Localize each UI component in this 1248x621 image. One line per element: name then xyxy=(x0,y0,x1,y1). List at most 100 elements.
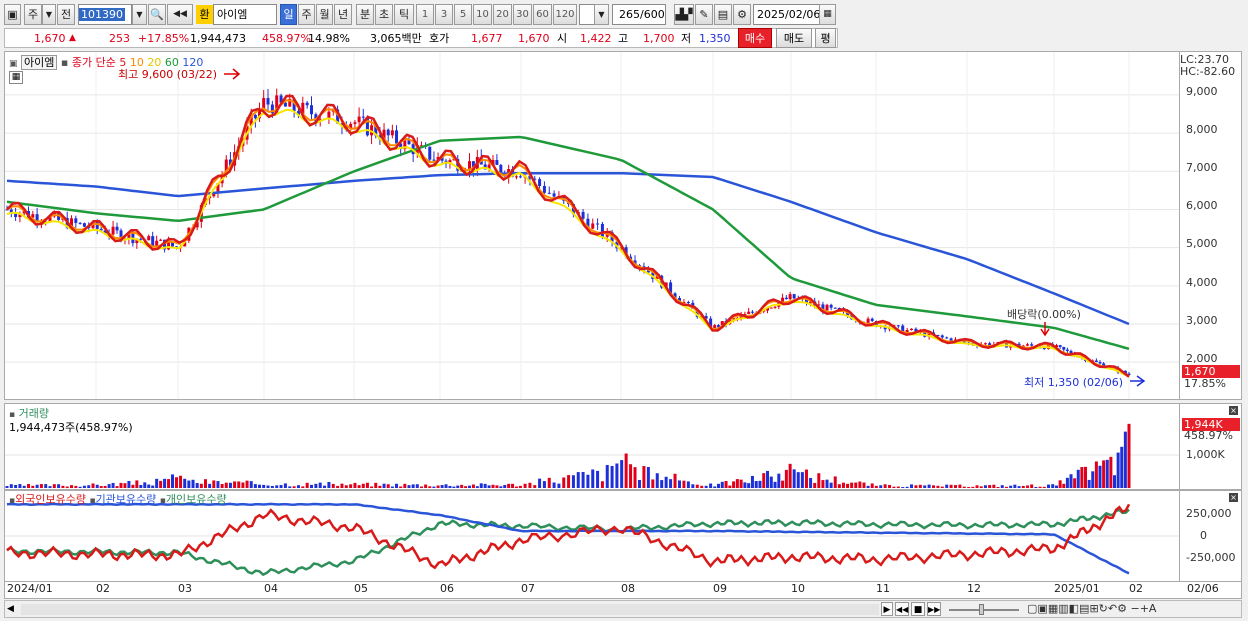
grid-icon[interactable]: ▦ xyxy=(1048,602,1058,615)
scroll-track[interactable] xyxy=(21,604,879,615)
volume-bar xyxy=(279,485,283,488)
holder-y-axis[interactable]: × 250,000 0 -250,000 xyxy=(1180,490,1242,582)
volume-bar xyxy=(171,474,175,488)
indicator-button[interactable]: ▟▞ xyxy=(674,4,694,25)
scroll-left-icon[interactable]: ◀ xyxy=(7,603,19,615)
volume-bar xyxy=(266,485,270,488)
market-dropdown-button[interactable]: ▼ xyxy=(42,4,56,25)
volume-bar xyxy=(821,480,825,488)
rewind-icon[interactable]: ◀◀ xyxy=(895,602,909,616)
period-week-button[interactable]: 주 xyxy=(298,4,315,25)
volume-bar xyxy=(777,473,781,488)
zoom-out-icon[interactable]: − xyxy=(1130,602,1139,615)
mark-icon[interactable]: ◧ xyxy=(1069,602,1079,615)
interval-60-button[interactable]: 60 xyxy=(533,4,552,25)
evaluate-button[interactable]: 평 xyxy=(815,28,836,48)
tool-button[interactable]: ✎ xyxy=(695,4,713,25)
interval-1-button[interactable]: 1 xyxy=(416,4,434,25)
chart-window: ▣ 주 ▼ 전 101390 ▼ 🔍 ◀◀ 환 아이엠 일 주 월 년 분 초 … xyxy=(0,0,1248,621)
window-menu-button[interactable]: ▣ xyxy=(4,4,21,25)
period-month-button[interactable]: 월 xyxy=(316,4,333,25)
interval-10-button[interactable]: 10 xyxy=(473,4,492,25)
holder-pane[interactable]: ▪외국인보유수량 ▪기관보유수량 ▪개인보유수량 xyxy=(4,490,1180,582)
volume-y-axis[interactable]: × 1,944K 458.97% 1,000K xyxy=(1180,403,1242,490)
volume-bar xyxy=(349,484,353,488)
speaker-icon: ◀◀ xyxy=(173,9,187,19)
buy-button[interactable]: 매수 xyxy=(738,28,772,48)
close-icon[interactable]: × xyxy=(1229,406,1238,415)
stock-name-field[interactable]: 아이엠 xyxy=(213,4,277,25)
table-icon[interactable]: ▦ xyxy=(9,71,23,84)
date-input[interactable]: 2025/02/06 xyxy=(753,4,824,25)
period-year-button[interactable]: 년 xyxy=(334,4,352,25)
close-icon[interactable]: × xyxy=(1229,493,1238,502)
volume-bar xyxy=(395,483,399,488)
volume-bar xyxy=(542,481,546,488)
zoom-slider[interactable] xyxy=(949,609,1019,611)
volume-bar xyxy=(846,483,850,488)
print-icon[interactable]: ⊞ xyxy=(1089,602,1098,615)
volume-bar xyxy=(762,473,766,488)
x-label: 06 xyxy=(440,582,454,595)
split-icon[interactable]: ▣ xyxy=(1037,602,1047,615)
volume-bar xyxy=(739,479,743,488)
legend-individual[interactable]: 개인보유수량 xyxy=(166,493,227,506)
up-arrow-icon: ▲ xyxy=(69,33,76,43)
zoom-slider-handle[interactable] xyxy=(979,604,984,615)
interval-30-button[interactable]: 30 xyxy=(513,4,532,25)
save-button[interactable]: ▤ xyxy=(714,4,732,25)
fit-icon[interactable]: ▥ xyxy=(1058,602,1068,615)
volume-bar xyxy=(52,484,56,488)
legend-institution[interactable]: 기관보유수량 xyxy=(96,493,157,506)
stock-code-input[interactable]: 101390 xyxy=(79,8,125,21)
volume-bar xyxy=(159,480,163,488)
volume-bar xyxy=(314,483,318,488)
volume-pane[interactable]: ▪ 거래량 1,944,473주(458.97%) xyxy=(4,403,1180,490)
candle-body xyxy=(1062,346,1066,350)
stop-icon[interactable]: ■ xyxy=(911,602,925,616)
interval-3-button[interactable]: 3 xyxy=(435,4,453,25)
stock-label[interactable]: 아이엠 xyxy=(21,55,58,70)
undo-icon[interactable]: ↶ xyxy=(1108,602,1117,615)
legend-foreign[interactable]: 외국인보유수량 xyxy=(15,493,86,506)
period-minute-button[interactable]: 분 xyxy=(356,4,374,25)
table-view-icon[interactable]: ▤ xyxy=(1079,602,1089,615)
hc-value: HC:-82.60 xyxy=(1180,65,1236,78)
volume-bar xyxy=(340,483,344,488)
volume-bar xyxy=(203,479,207,488)
period-tick-button[interactable]: 틱 xyxy=(394,4,414,25)
rotate-icon[interactable]: ↻ xyxy=(1099,602,1108,615)
price-chart-pane[interactable]: ▣ 아이엠 ▪ 종가 단순 5 10 20 60 120 ▦ 최고 9,600 … xyxy=(4,51,1180,400)
scroll-right-icon[interactable]: ▶ xyxy=(881,602,893,616)
code-dropdown-button[interactable]: ▼ xyxy=(132,4,147,25)
forward-icon[interactable]: ▶▶ xyxy=(927,602,941,616)
settings-button[interactable]: ⚙ xyxy=(733,4,751,25)
sell-button[interactable]: 매도 xyxy=(776,28,812,48)
config-icon[interactable]: ⚙ xyxy=(1117,602,1127,615)
market-tab[interactable]: 주 xyxy=(24,4,42,25)
calendar-button[interactable]: ▦ xyxy=(819,4,836,25)
search-button[interactable]: 🔍 xyxy=(148,4,166,25)
auto-scale-icon[interactable]: A xyxy=(1149,602,1157,615)
volume-bar xyxy=(1098,465,1102,488)
data-count-input[interactable]: 265 xyxy=(613,8,640,21)
candle-body xyxy=(581,211,585,219)
layout-icon[interactable]: ▢ xyxy=(1027,602,1037,615)
zoom-in-icon[interactable]: + xyxy=(1140,602,1149,615)
interval-5-button[interactable]: 5 xyxy=(454,4,472,25)
view-tools[interactable]: ▢▣▦▥◧▤⊞↻↶⚙ −+A xyxy=(1027,602,1156,616)
volume-ratio: 458.97% xyxy=(262,32,311,45)
period-second-button[interactable]: 초 xyxy=(375,4,393,25)
price-change-pct: +17.85% xyxy=(138,32,190,45)
period-day-button[interactable]: 일 xyxy=(280,4,297,25)
interval-dropdown-button[interactable]: ▼ xyxy=(594,4,609,25)
interval-20-button[interactable]: 20 xyxy=(493,4,512,25)
price-y-axis[interactable]: LC:23.70 HC:-82.60 9,000 8,000 7,000 6,0… xyxy=(1180,51,1242,400)
volume-bar xyxy=(119,482,123,488)
collapse-icon[interactable]: ▣ xyxy=(9,59,18,69)
sound-button[interactable]: ◀◀ xyxy=(167,4,193,25)
prev-tab[interactable]: 전 xyxy=(57,4,75,25)
volume-bar xyxy=(1038,486,1042,488)
interval-120-button[interactable]: 120 xyxy=(553,4,577,25)
volume-bar xyxy=(669,479,673,488)
